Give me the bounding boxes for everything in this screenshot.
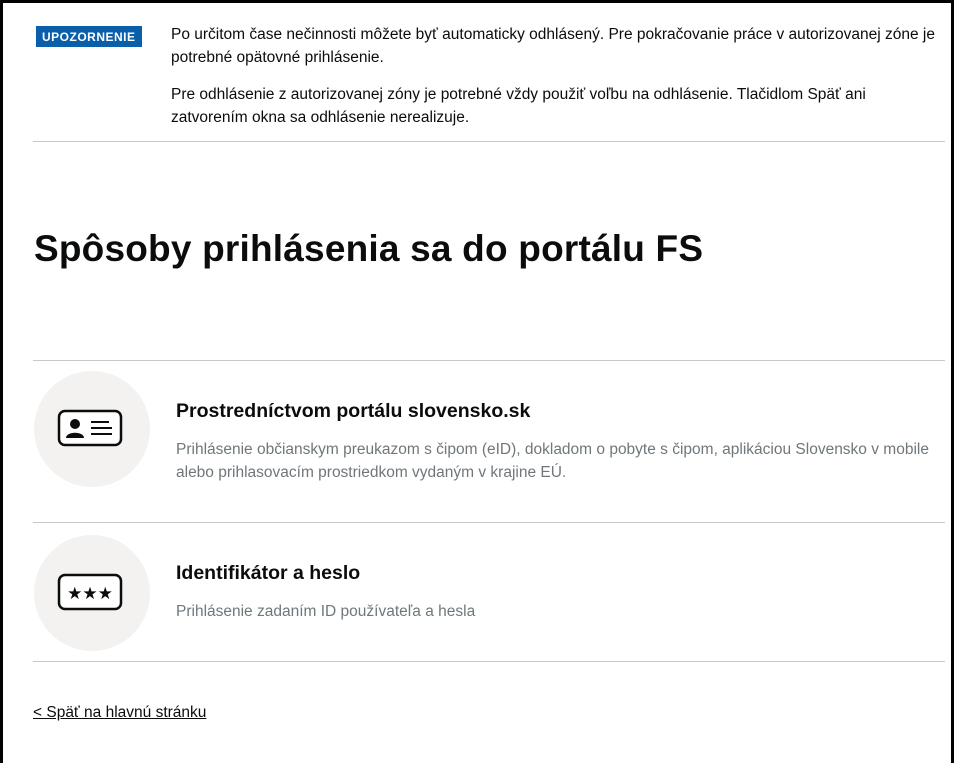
- option-description: Prihlásenie občianskym preukazom s čipom…: [176, 441, 929, 481]
- page-frame: UPOZORNENIE Po určitom čase nečinnosti m…: [0, 0, 954, 763]
- back-to-home-link[interactable]: < Späť na hlavnú stránku: [33, 703, 206, 723]
- option-icon-circle: [34, 371, 150, 487]
- option-title[interactable]: Prostredníctvom portálu slovensko.sk: [176, 398, 945, 424]
- warning-text-timeout: Po určitom čase nečinnosti môžete byť au…: [171, 26, 935, 66]
- option-title[interactable]: Identifikátor a heslo: [176, 560, 475, 586]
- id-card-icon: [57, 409, 123, 447]
- svg-text:★★★: ★★★: [67, 584, 113, 604]
- login-option-id-password[interactable]: ★★★ Identifikátor a heslo Prihlásenie za…: [33, 523, 945, 662]
- main-content: UPOZORNENIE Po určitom čase nečinnosti m…: [33, 3, 945, 721]
- option-text: Prostredníctvom portálu slovensko.sk Pri…: [176, 398, 945, 484]
- warning-badge: UPOZORNENIE: [36, 26, 142, 47]
- page-title: Spôsoby prihlásenia sa do portálu FS: [34, 228, 704, 269]
- warning-text-logout: Pre odhlásenie z autorizovanej zóny je p…: [171, 86, 866, 126]
- inactivity-warning: UPOZORNENIE Po určitom čase nečinnosti m…: [33, 3, 945, 142]
- option-text: Identifikátor a heslo Prihlásenie zadaní…: [176, 560, 475, 623]
- password-field-icon: ★★★: [57, 573, 123, 611]
- login-option-slovensko-sk[interactable]: Prostredníctvom portálu slovensko.sk Pri…: [33, 361, 945, 523]
- option-description: Prihlásenie zadaním ID používateľa a hes…: [176, 603, 476, 620]
- option-icon-circle: ★★★: [34, 535, 150, 651]
- login-options-list: Prostredníctvom portálu slovensko.sk Pri…: [33, 360, 945, 662]
